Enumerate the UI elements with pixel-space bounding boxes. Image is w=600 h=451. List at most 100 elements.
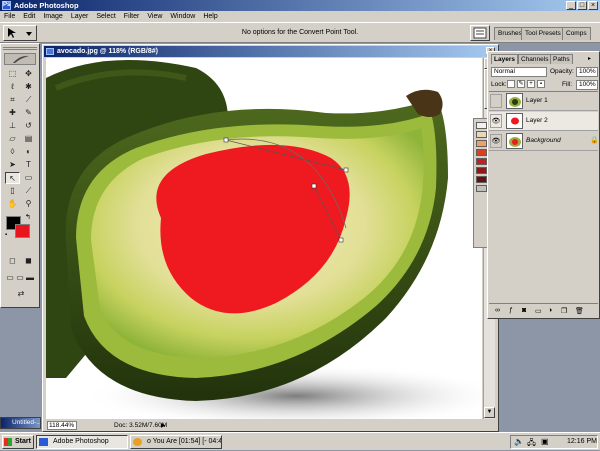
slice-tool-icon[interactable]: ⟋ (21, 94, 36, 106)
image-canvas[interactable] (46, 58, 482, 419)
tab-comps[interactable]: Comps (562, 27, 591, 40)
lock-position-icon[interactable]: + (527, 80, 535, 88)
doc-info[interactable]: Doc: 3.52M/7.60M (114, 421, 167, 430)
tab-paths[interactable]: Paths (550, 54, 573, 64)
lock-image-icon[interactable]: ✎ (517, 80, 525, 88)
minimized-document[interactable]: Untitled-... (0, 417, 41, 429)
eyedropper-tool-icon[interactable]: ⟋ (21, 185, 36, 197)
shape-tool-icon[interactable]: ▭ (21, 172, 36, 184)
taskbar-media-player[interactable]: o You Are [01:54] [- 04:47] (130, 435, 222, 449)
tab-channels[interactable]: Channels (518, 54, 552, 64)
menu-edit[interactable]: Edit (19, 11, 39, 22)
gradient-tool-icon[interactable]: ▤ (21, 133, 36, 145)
full-screen-mode-icon[interactable]: ▬ (25, 272, 35, 284)
add-mask-icon[interactable]: ◙ (522, 307, 526, 314)
jump-to-imageready-icon[interactable]: ⇄ (5, 288, 37, 300)
quick-mask-mode-icon[interactable]: ◼ (21, 255, 36, 267)
taskbar-photoshop[interactable]: Adobe Photoshop (36, 435, 128, 449)
visibility-eye-icon[interactable]: 👁 (490, 114, 502, 128)
eraser-tool-icon[interactable]: ▱ (5, 133, 20, 145)
close-button[interactable]: × (588, 1, 598, 10)
new-layer-icon[interactable]: ❐ (561, 307, 567, 315)
adobe-online-button[interactable] (4, 53, 36, 65)
toolbox-grip[interactable] (3, 46, 37, 50)
swatch[interactable] (476, 140, 487, 147)
swatch[interactable] (476, 149, 487, 156)
layer-row-layer-2[interactable]: 👁 Layer 2 (489, 112, 598, 131)
swatch[interactable] (476, 176, 487, 183)
lock-transparency-icon[interactable] (507, 80, 515, 88)
history-brush-tool-icon[interactable]: ↺ (21, 120, 36, 132)
hand-tool-icon[interactable]: ✋ (5, 198, 20, 210)
zoom-tool-icon[interactable]: ⚲ (21, 198, 36, 210)
lasso-tool-icon[interactable]: ℓ (5, 81, 20, 93)
convert-point-tool-icon[interactable]: ↖ (5, 172, 20, 184)
layer-row-background[interactable]: 👁 Background 🔒 (489, 132, 599, 151)
maximize-button[interactable]: □ (577, 1, 587, 10)
path-selection-tool-icon[interactable]: ➤ (5, 159, 20, 171)
dodge-tool-icon[interactable]: ◐ (21, 146, 36, 158)
marquee-tool-icon[interactable]: ⬚ (5, 68, 20, 80)
blur-tool-icon[interactable]: ◊ (5, 146, 20, 158)
layer-name[interactable]: Layer 2 (526, 117, 548, 124)
lock-label: Lock: (491, 81, 507, 88)
default-colors-icon[interactable]: ▪ (5, 232, 11, 238)
background-color-swatch[interactable] (15, 224, 30, 238)
swatch[interactable] (476, 167, 487, 174)
palette-well-toggle[interactable] (470, 25, 490, 41)
swatch[interactable] (476, 158, 487, 165)
panel-menu-arrow-icon[interactable]: ▸ (588, 55, 591, 62)
lock-all-icon[interactable]: ▪ (537, 80, 545, 88)
link-icon[interactable]: ∞ (495, 307, 500, 314)
standard-mode-icon[interactable]: ◻ (5, 255, 20, 267)
move-tool-icon[interactable]: ✥ (21, 68, 36, 80)
fill-field[interactable]: 100% (576, 80, 598, 90)
status-menu-arrow-icon[interactable]: ▶ (161, 422, 166, 429)
opacity-field[interactable]: 100% (576, 67, 598, 77)
type-tool-icon[interactable]: T (21, 159, 36, 171)
menu-window[interactable]: Window (166, 11, 199, 22)
menu-image[interactable]: Image (39, 11, 66, 22)
network-icon[interactable]: 🖧 (527, 437, 536, 451)
swatch[interactable] (476, 185, 487, 192)
trash-icon[interactable]: 🗑 (575, 307, 584, 315)
tab-tool-presets[interactable]: Tool Presets (521, 27, 565, 40)
menu-filter[interactable]: Filter (120, 11, 144, 22)
clone-stamp-tool-icon[interactable]: ⊥ (5, 120, 20, 132)
layer-style-icon[interactable]: ƒ (509, 307, 513, 314)
layer-name[interactable]: Layer 1 (526, 97, 548, 104)
menu-file[interactable]: File (0, 11, 19, 22)
layer-name[interactable]: Background (526, 137, 561, 144)
menu-view[interactable]: View (143, 11, 166, 22)
visibility-eye-icon[interactable]: 👁 (490, 134, 502, 148)
new-set-icon[interactable]: ▭ (535, 307, 542, 315)
clock: 12:16 PM (567, 438, 597, 445)
volume-icon[interactable]: 🔈 (514, 437, 524, 446)
photoshop-app-icon: Ps (2, 1, 11, 10)
photoshop-icon (39, 438, 48, 446)
palette-well-icon (473, 27, 487, 39)
brush-tool-icon[interactable]: ✎ (21, 107, 36, 119)
notes-tool-icon[interactable]: ▯ (5, 185, 20, 197)
blend-mode-dropdown[interactable]: Normal (491, 67, 547, 77)
standard-screen-mode-icon[interactable]: ▭ (5, 272, 15, 284)
menu-select[interactable]: Select (92, 11, 119, 22)
full-screen-menu-mode-icon[interactable]: ▭ (15, 272, 25, 284)
crop-tool-icon[interactable]: ⌗ (5, 94, 20, 106)
menu-help[interactable]: Help (199, 11, 221, 22)
menu-layer[interactable]: Layer (67, 11, 93, 22)
healing-brush-tool-icon[interactable]: ✚ (5, 107, 20, 119)
document-title[interactable]: avocado.jpg @ 118% (RGB/8#) (44, 46, 497, 57)
tray-app-icon[interactable]: ▣ (541, 437, 549, 446)
tab-layers[interactable]: Layers (491, 54, 518, 64)
zoom-field[interactable]: 118.44% (47, 421, 77, 430)
scroll-down-arrow-icon[interactable]: ▼ (484, 407, 495, 418)
swap-colors-icon[interactable]: ↰ (25, 213, 33, 221)
layer-row-layer-1[interactable]: Layer 1 (489, 92, 598, 111)
magic-wand-tool-icon[interactable]: ✱ (21, 81, 36, 93)
swatch[interactable] (476, 131, 487, 138)
adjustment-layer-icon[interactable]: ◑ (548, 307, 552, 314)
swatch[interactable] (476, 122, 487, 129)
visibility-toggle[interactable] (490, 94, 502, 108)
minimize-button[interactable]: _ (566, 1, 576, 10)
